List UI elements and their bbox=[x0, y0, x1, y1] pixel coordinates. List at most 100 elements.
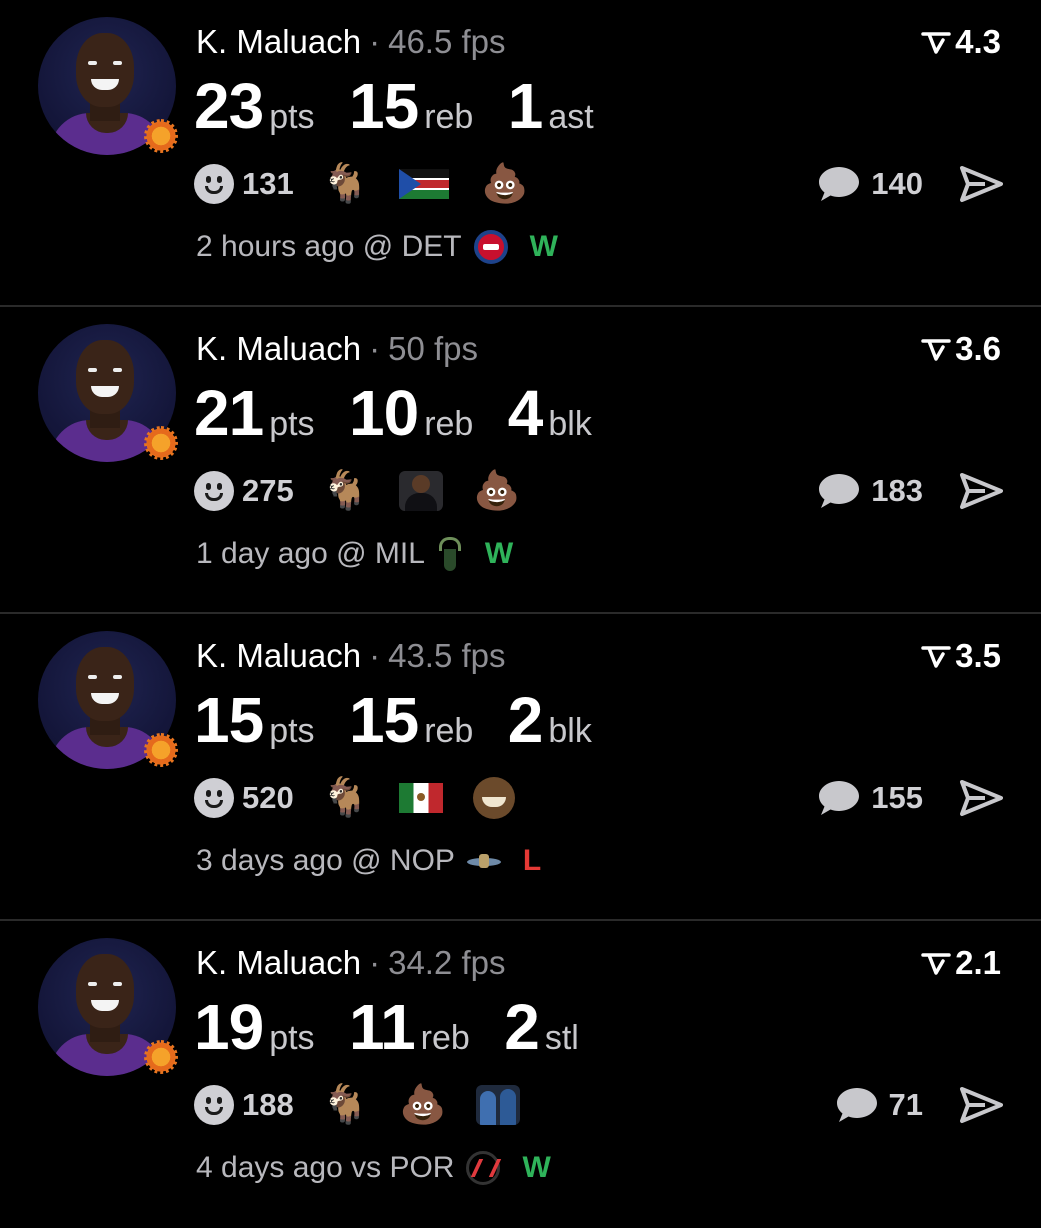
smiley-icon[interactable] bbox=[194, 471, 234, 511]
pelicans-logo-icon bbox=[466, 852, 501, 870]
reaction-row: 275 🐐 💩 bbox=[194, 467, 550, 515]
smiley-icon[interactable] bbox=[194, 164, 234, 204]
stat-unit: stl bbox=[544, 1019, 579, 1057]
stat-value: 2 bbox=[504, 991, 540, 1063]
reaction-row: 188 🐐 💩 bbox=[194, 1081, 550, 1129]
reaction-count[interactable]: 131 bbox=[242, 166, 294, 202]
feed-card[interactable]: K. Maluach · 34.2 fps 2.1 19 pts 11 reb 2 stl… bbox=[0, 921, 1041, 1228]
stat-value: 15 bbox=[349, 684, 419, 756]
coach-photo-reaction[interactable] bbox=[399, 471, 444, 511]
paper-plane-icon[interactable] bbox=[959, 778, 1003, 818]
title-row: K. Maluach · 43.5 fps bbox=[196, 636, 506, 676]
reaction-count[interactable]: 520 bbox=[242, 780, 294, 816]
stat-unit: ast bbox=[548, 98, 594, 136]
stat-feed: K. Maluach · 46.5 fps 4.3 23 pts 15 reb 1 ast… bbox=[0, 0, 1041, 1228]
goat-reaction[interactable]: 🐐 bbox=[322, 162, 369, 206]
stat-rebounds: 15 reb bbox=[349, 680, 473, 778]
stat-points: 21 pts bbox=[194, 373, 315, 471]
rating-value: 4.3 bbox=[955, 23, 1001, 60]
suns-logo-icon bbox=[144, 119, 178, 153]
stat-value: 4 bbox=[507, 377, 544, 449]
rating-chevron-icon bbox=[921, 646, 951, 668]
player-name[interactable]: K. Maluach bbox=[196, 330, 361, 367]
feed-card[interactable]: K. Maluach · 43.5 fps 3.5 15 pts 15 reb 2 blk… bbox=[0, 614, 1041, 921]
separator: · bbox=[369, 637, 381, 674]
comments-button[interactable]: 71 bbox=[835, 1083, 923, 1127]
rating-value: 3.6 bbox=[955, 330, 1001, 367]
reaction-count[interactable]: 275 bbox=[242, 473, 294, 509]
stat-unit: reb bbox=[424, 98, 474, 136]
stat-rebounds: 10 reb bbox=[349, 373, 473, 471]
game-time-opponent: 3 days ago @ NOP bbox=[196, 844, 455, 877]
comments-button[interactable]: 155 bbox=[817, 776, 923, 820]
player-avatar[interactable] bbox=[38, 324, 178, 462]
paper-plane-icon[interactable] bbox=[959, 471, 1003, 511]
smiley-icon[interactable] bbox=[194, 1085, 234, 1125]
game-meta: 1 day ago @ MIL W bbox=[196, 533, 513, 575]
goat-reaction[interactable]: 🐐 bbox=[322, 1083, 369, 1127]
mexico-flag-reaction[interactable] bbox=[399, 783, 444, 813]
player-name[interactable]: K. Maluach bbox=[196, 23, 361, 60]
reaction-row: 131 🐐 💩 bbox=[194, 160, 558, 208]
stat-assists: 1 ast bbox=[508, 66, 594, 164]
player-name[interactable]: K. Maluach bbox=[196, 944, 361, 981]
separator: · bbox=[369, 330, 381, 367]
stat-unit: pts bbox=[269, 98, 315, 136]
game-time-opponent: 2 hours ago @ DET bbox=[196, 230, 462, 263]
player-avatar[interactable] bbox=[38, 938, 178, 1076]
comment-count: 71 bbox=[888, 1087, 923, 1122]
fantasy-points: 46.5 fps bbox=[388, 23, 506, 60]
stat-unit: pts bbox=[269, 712, 315, 750]
smiley-icon[interactable] bbox=[194, 778, 234, 818]
player-avatar[interactable] bbox=[38, 17, 178, 155]
stat-steals: 2 stl bbox=[504, 987, 579, 1085]
bucks-logo-icon bbox=[437, 537, 463, 571]
game-meta: 3 days ago @ NOP L bbox=[196, 840, 541, 882]
stat-value: 10 bbox=[349, 377, 419, 449]
poop-reaction[interactable]: 💩 bbox=[473, 469, 520, 513]
rating[interactable]: 4.3 bbox=[921, 22, 1001, 62]
rating[interactable]: 3.5 bbox=[921, 636, 1001, 676]
poop-reaction[interactable]: 💩 bbox=[399, 1083, 446, 1127]
reaction-count[interactable]: 188 bbox=[242, 1087, 294, 1123]
trail-blazers-logo-icon bbox=[466, 1151, 501, 1185]
suns-logo-icon bbox=[144, 1040, 178, 1074]
fantasy-points: 34.2 fps bbox=[388, 944, 506, 981]
rating[interactable]: 2.1 bbox=[921, 943, 1001, 983]
comment-count: 140 bbox=[871, 166, 923, 201]
title-row: K. Maluach · 50 fps bbox=[196, 329, 478, 369]
game-meta: 2 hours ago @ DET W bbox=[196, 226, 558, 268]
goat-reaction[interactable]: 🐐 bbox=[322, 776, 369, 820]
player-avatar[interactable] bbox=[38, 631, 178, 769]
laughing-man-reaction[interactable] bbox=[473, 777, 516, 819]
speech-bubble-icon bbox=[819, 474, 860, 508]
comments-button[interactable]: 183 bbox=[817, 469, 923, 513]
player-name[interactable]: K. Maluach bbox=[196, 637, 361, 674]
south-sudan-flag-reaction[interactable] bbox=[399, 169, 450, 199]
feed-card[interactable]: K. Maluach · 50 fps 3.6 21 pts 10 reb 4 blk 2… bbox=[0, 307, 1041, 614]
title-row: K. Maluach · 34.2 fps bbox=[196, 943, 506, 983]
goat-reaction[interactable]: 🐐 bbox=[322, 469, 369, 513]
game-time-opponent: 4 days ago vs POR bbox=[196, 1151, 455, 1184]
stat-value: 1 bbox=[507, 70, 544, 142]
separator: · bbox=[369, 23, 381, 60]
feed-card[interactable]: K. Maluach · 46.5 fps 4.3 23 pts 15 reb 1 ast… bbox=[0, 0, 1041, 307]
team-photo-reaction[interactable] bbox=[476, 1085, 521, 1125]
stat-blocks: 4 blk bbox=[508, 373, 592, 471]
paper-plane-icon[interactable] bbox=[959, 1085, 1003, 1125]
stat-unit: blk bbox=[548, 405, 592, 443]
stat-unit: pts bbox=[269, 405, 315, 443]
stat-points: 15 pts bbox=[194, 680, 315, 778]
stat-blocks: 2 blk bbox=[508, 680, 592, 778]
rating[interactable]: 3.6 bbox=[921, 329, 1001, 369]
comments-button[interactable]: 140 bbox=[817, 162, 923, 206]
title-row: K. Maluach · 46.5 fps bbox=[196, 22, 506, 62]
rating-chevron-icon bbox=[921, 339, 951, 361]
stat-value: 11 bbox=[349, 991, 416, 1063]
stat-rebounds: 11 reb bbox=[349, 987, 470, 1085]
game-time-opponent: 1 day ago @ MIL bbox=[196, 537, 425, 570]
suns-logo-icon bbox=[144, 733, 178, 767]
stat-line: 19 pts 11 reb 2 stl bbox=[194, 987, 609, 1067]
paper-plane-icon[interactable] bbox=[959, 164, 1003, 204]
poop-reaction[interactable]: 💩 bbox=[481, 162, 528, 206]
